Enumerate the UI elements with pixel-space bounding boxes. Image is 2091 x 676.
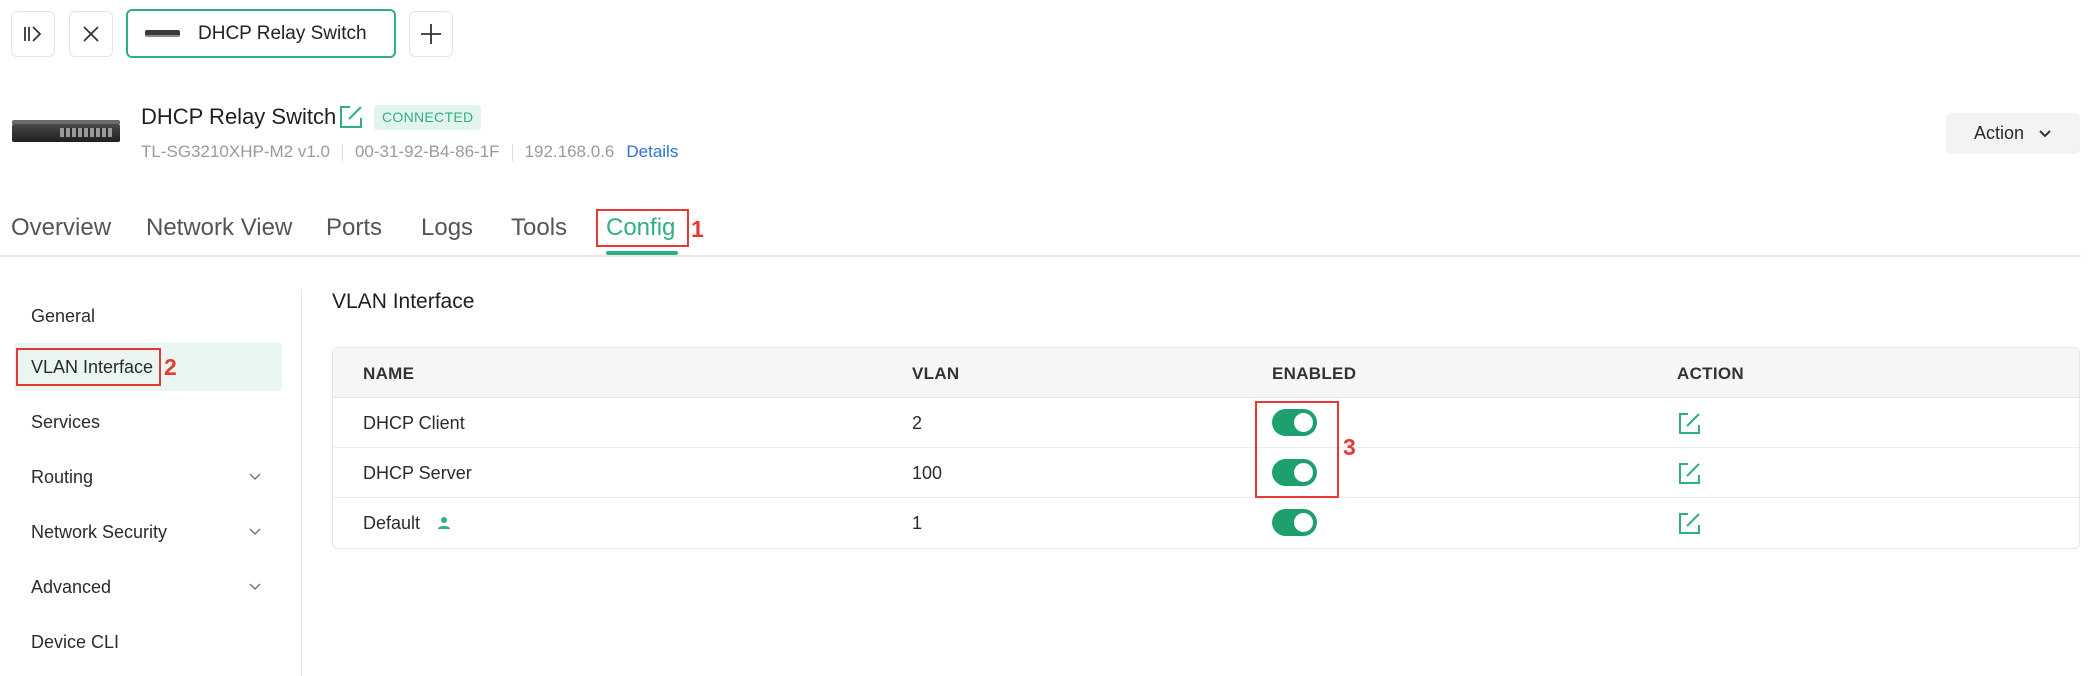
vlan-interface-table: NAME VLAN ENABLED ACTION DHCP Client 2 D… [332,347,2080,549]
row-vlan: 1 [912,513,923,533]
chevron-down-icon [249,473,261,481]
row-vlan: 100 [912,463,943,483]
side-item-label: Advanced [31,576,112,597]
main-tabs: Overview Network View Ports Logs Tools C… [0,210,2081,257]
enabled-toggle[interactable] [1272,509,1317,536]
side-item-advanced[interactable]: Advanced [14,563,282,611]
tab-ports[interactable]: Ports [326,214,382,242]
side-item-services[interactable]: Services [14,398,282,446]
action-label: Action [1973,123,2025,143]
meta-divider [511,143,513,161]
action-dropdown[interactable]: Action [1946,113,2080,154]
device-ip: 192.168.0.6 [524,142,615,161]
chevron-down-icon [249,528,261,536]
meta-divider [341,143,343,161]
device-tab-label: DHCP Relay Switch [198,22,367,44]
column-header-vlan: VLAN [912,364,960,383]
device-mac: 00-31-92-B4-86-1F [354,142,500,161]
side-item-label: General [31,305,96,326]
side-item-device-cli[interactable]: Device CLI [14,618,282,666]
side-item-network-security[interactable]: Network Security [14,508,282,556]
active-tab-indicator [606,251,678,255]
device-meta: TL-SG3210XHP-M2 v1.0 00-31-92-B4-86-1F 1… [141,142,678,162]
chevron-down-icon [249,583,261,591]
edit-icon[interactable] [1677,511,1702,536]
side-item-label: Network Security [31,521,168,542]
tab-logs[interactable]: Logs [421,214,473,242]
edit-icon[interactable] [1677,411,1702,436]
side-item-label: Routing [31,466,94,487]
annotation-number-2: 2 [164,354,177,380]
page-title: VLAN Interface [332,290,475,313]
add-tab-button[interactable] [409,11,453,57]
row-name: DHCP Server [363,463,472,483]
tab-overview[interactable]: Overview [11,214,111,242]
annotation-box-2 [16,348,161,386]
device-model: TL-SG3210XHP-M2 v1.0 [141,142,330,161]
side-item-label: Services [31,411,101,432]
side-item-routing[interactable]: Routing [14,453,282,501]
row-name-cell: Default [363,513,451,534]
close-icon [83,26,99,42]
user-icon [438,517,451,529]
device-image [12,120,120,142]
side-item-label: Device CLI [31,631,120,652]
row-vlan: 2 [912,413,923,433]
device-tab[interactable]: DHCP Relay Switch [126,9,396,58]
close-tab-button[interactable] [69,11,113,57]
annotation-box-3 [1255,401,1339,498]
edit-icon[interactable] [1677,461,1702,486]
switch-thumbnail-icon [145,30,180,37]
content-divider [301,289,302,676]
chevron-down-icon [2039,129,2051,137]
column-header-name: NAME [363,364,415,383]
table-row: Default 1 [333,498,2079,548]
tab-tools[interactable]: Tools [511,214,567,242]
annotation-box-1 [596,209,689,247]
side-item-general[interactable]: General [14,292,282,340]
annotation-number-1: 1 [691,216,704,242]
status-badge: CONNECTED [374,105,482,130]
table-row: DHCP Server 100 [333,448,2079,498]
details-link[interactable]: Details [626,142,678,162]
device-name: DHCP Relay Switch [141,104,337,129]
row-name: DHCP Client [363,413,465,433]
annotation-number-3: 3 [1343,434,1356,460]
tab-network-view[interactable]: Network View [146,214,292,242]
plus-icon [421,24,441,44]
column-header-enabled: ENABLED [1272,364,1357,383]
table-row: DHCP Client 2 [333,398,2079,448]
row-name: Default [363,513,421,533]
edit-device-icon[interactable] [338,104,364,130]
sidebar-toggle-button[interactable] [11,11,55,57]
table-header: NAME VLAN ENABLED ACTION [333,348,2079,398]
column-header-action: ACTION [1677,364,1744,383]
sidebar-toggle-icon [24,26,42,42]
